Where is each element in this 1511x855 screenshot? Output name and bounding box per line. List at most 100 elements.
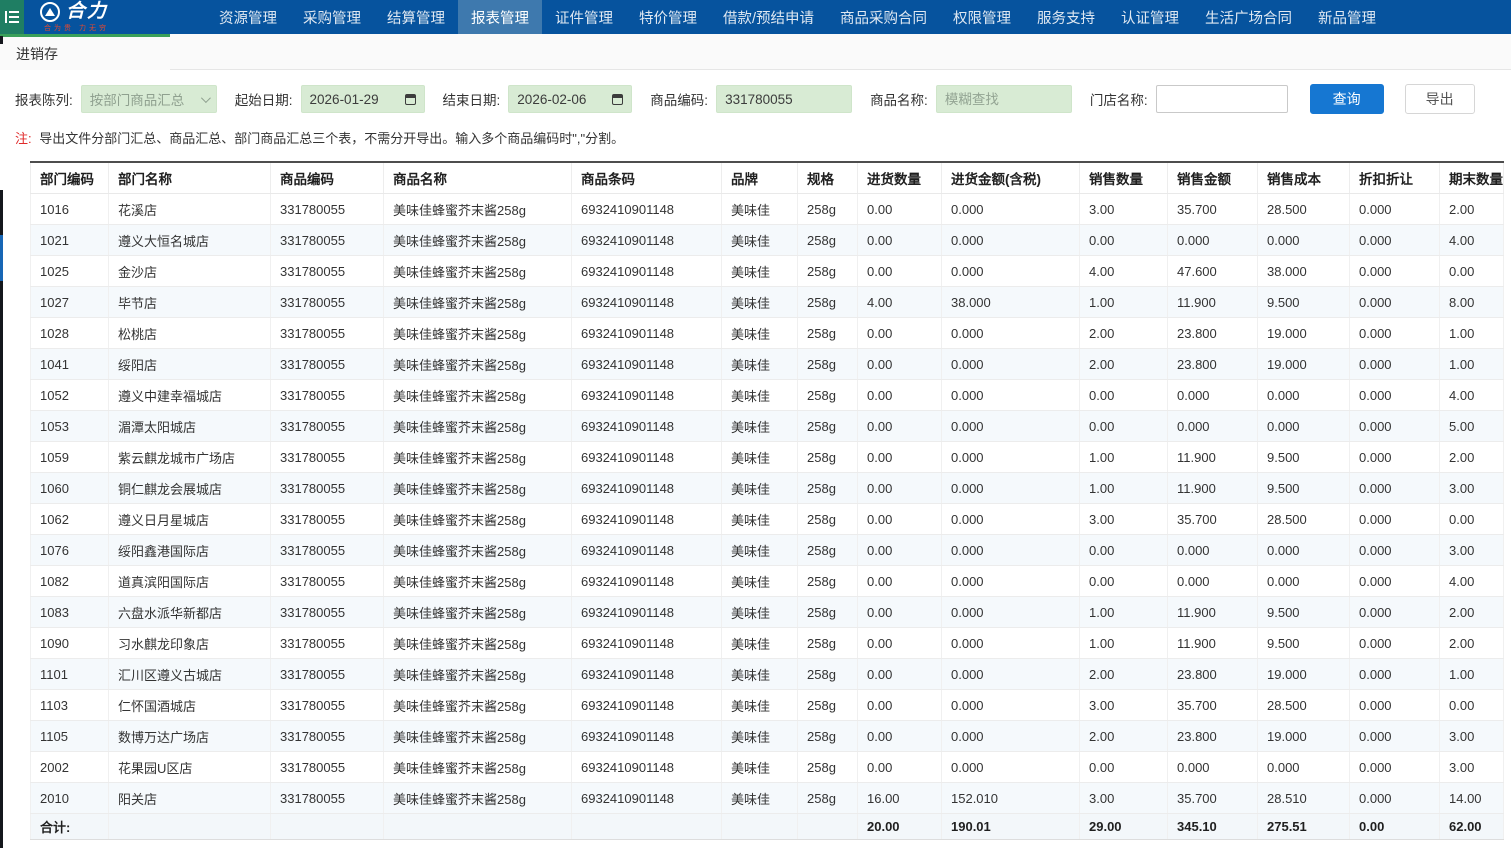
column-header-product-name: 商品名称 — [384, 162, 572, 194]
cell-sales-qty: 3.00 — [1080, 504, 1168, 535]
cell-sales-amount: 0.000 — [1168, 566, 1258, 597]
cell-purchase-qty: 0.00 — [858, 194, 942, 225]
cell-purchase-qty: 0.00 — [858, 566, 942, 597]
cell-purchase-amount: 0.000 — [942, 535, 1080, 566]
cell-product-code: 331780055 — [271, 225, 384, 256]
cell-barcode: 6932410901148 — [572, 442, 722, 473]
tab-bar: 进销存 — [0, 34, 1511, 70]
cell-spec: 258g — [798, 318, 858, 349]
calendar-icon — [405, 94, 416, 105]
cell-sales-cost: 9.500 — [1258, 597, 1350, 628]
nav-item[interactable]: 证件管理 — [542, 0, 626, 34]
nav-item[interactable]: 特价管理 — [626, 0, 710, 34]
table-row: 1028松桃店331780055美味佳蜂蜜芥末酱258g693241090114… — [31, 318, 1504, 349]
cell-sales-amount: 0.000 — [1168, 411, 1258, 442]
cell-product-code: 331780055 — [271, 566, 384, 597]
cell-spec: 258g — [798, 690, 858, 721]
product-name-input[interactable] — [936, 85, 1072, 113]
nav-item[interactable]: 生活广场合同 — [1192, 0, 1305, 34]
nav-item[interactable]: 资源管理 — [206, 0, 290, 34]
cell-sales-qty: 0.00 — [1080, 380, 1168, 411]
store-name-input[interactable] — [1156, 85, 1288, 113]
end-date-input[interactable]: 2026-02-06 — [508, 85, 632, 113]
report-type-select[interactable]: 按部门商品汇总 — [81, 85, 217, 113]
collapsed-sidebar[interactable] — [0, 190, 3, 848]
cell-purchase-amount: 0.000 — [942, 597, 1080, 628]
column-header-purchase-qty: 进货数量 — [858, 162, 942, 194]
cell-purchase-qty: 0.00 — [858, 380, 942, 411]
table-row: 1076绥阳鑫港国际店331780055美味佳蜂蜜芥末酱258g69324109… — [31, 535, 1504, 566]
product-code-input[interactable] — [716, 85, 852, 113]
cell-discount: 0.000 — [1350, 535, 1440, 566]
cell-dept-code: 1053 — [31, 411, 109, 442]
start-date-label: 起始日期: — [235, 89, 293, 109]
query-button[interactable]: 查询 — [1310, 84, 1384, 114]
export-button[interactable]: 导出 — [1405, 84, 1475, 114]
cell-purchase-amount: 0.000 — [942, 566, 1080, 597]
cell-product-name: 美味佳蜂蜜芥末酱258g — [384, 566, 572, 597]
nav-item[interactable]: 结算管理 — [374, 0, 458, 34]
nav-item[interactable]: 借款/预结申请 — [710, 0, 827, 34]
cell-discount: 0.000 — [1350, 349, 1440, 380]
nav-item[interactable]: 权限管理 — [940, 0, 1024, 34]
cell-dept-name: 紫云麒龙城市广场店 — [109, 442, 271, 473]
cell-dept-name: 道真滨阳国际店 — [109, 566, 271, 597]
nav-item[interactable]: 新品管理 — [1305, 0, 1389, 34]
cell-purchase-qty: 0.00 — [858, 256, 942, 287]
column-header-sales-qty: 销售数量 — [1080, 162, 1168, 194]
cell-product-name: 美味佳蜂蜜芥末酱258g — [384, 287, 572, 318]
menu-toggle-button[interactable] — [0, 0, 24, 34]
report-type-selected-value: 按部门商品汇总 — [90, 89, 185, 109]
cell-brand: 美味佳 — [722, 380, 798, 411]
cell-brand: 美味佳 — [722, 318, 798, 349]
cell-spec: 258g — [798, 225, 858, 256]
nav-item[interactable]: 商品采购合同 — [827, 0, 940, 34]
cell-sales-cost: 19.000 — [1258, 721, 1350, 752]
cell-dept-name: 遵义大恒名城店 — [109, 225, 271, 256]
table-row: 1090习水麒龙印象店331780055美味佳蜂蜜芥末酱258g69324109… — [31, 628, 1504, 659]
cell-product-name: 美味佳蜂蜜芥末酱258g — [384, 318, 572, 349]
cell-purchase-amount: 0.000 — [942, 349, 1080, 380]
cell-purchase-qty: 0.00 — [858, 504, 942, 535]
cell-sales-amount: 0.000 — [1168, 225, 1258, 256]
cell-product-code: 331780055 — [271, 752, 384, 783]
cell-discount: 0.000 — [1350, 194, 1440, 225]
cell-discount: 0.000 — [1350, 566, 1440, 597]
logo-icon — [40, 2, 60, 22]
nav-item[interactable]: 认证管理 — [1108, 0, 1192, 34]
export-note: 注: 导出文件分部门汇总、商品汇总、部门商品汇总三个表，不需分开导出。输入多个商… — [0, 126, 1511, 147]
cell-product-name: 美味佳蜂蜜芥末酱258g — [384, 442, 572, 473]
cell-product-code: 331780055 — [271, 318, 384, 349]
cell-purchase-qty: 0.00 — [858, 411, 942, 442]
cell-purchase-amount: 0.000 — [942, 411, 1080, 442]
cell-purchase-qty: 4.00 — [858, 287, 942, 318]
cell-purchase-amount: 0.000 — [942, 318, 1080, 349]
chevron-down-icon — [201, 93, 211, 103]
cell-dept-code: 1103 — [31, 690, 109, 721]
collapsed-sidebar-active-indicator — [0, 235, 3, 281]
start-date-input[interactable]: 2026-01-29 — [301, 85, 425, 113]
cell-barcode: 6932410901148 — [572, 690, 722, 721]
hamburger-icon — [5, 11, 19, 23]
cell-discount: 0.000 — [1350, 752, 1440, 783]
cell-product-name: 美味佳蜂蜜芥末酱258g — [384, 504, 572, 535]
cell-spec — [798, 814, 858, 840]
cell-sales-cost: 9.500 — [1258, 628, 1350, 659]
app-logo: 合力 合为贵 力无穷 — [40, 2, 164, 33]
cell-sales-amount: 11.900 — [1168, 287, 1258, 318]
cell-product-code: 331780055 — [271, 411, 384, 442]
cell-purchase-amount: 0.000 — [942, 628, 1080, 659]
cell-barcode: 6932410901148 — [572, 318, 722, 349]
report-table-container: 部门编码部门名称商品编码商品名称商品条码品牌规格进货数量进货金额(含税)销售数量… — [30, 161, 1511, 840]
cell-sales-amount: 0.000 — [1168, 380, 1258, 411]
cell-sales-cost: 275.51 — [1258, 814, 1350, 840]
cell-dept-name: 金沙店 — [109, 256, 271, 287]
tab-inventory-report[interactable]: 进销存 — [0, 34, 170, 70]
nav-item[interactable]: 报表管理 — [458, 0, 542, 34]
table-row: 1059紫云麒龙城市广场店331780055美味佳蜂蜜芥末酱258g693241… — [31, 442, 1504, 473]
nav-item[interactable]: 采购管理 — [290, 0, 374, 34]
nav-item[interactable]: 服务支持 — [1024, 0, 1108, 34]
cell-sales-amount: 23.800 — [1168, 318, 1258, 349]
table-row: 1103仁怀国酒城店331780055美味佳蜂蜜芥末酱258g693241090… — [31, 690, 1504, 721]
cell-purchase-amount: 38.000 — [942, 287, 1080, 318]
